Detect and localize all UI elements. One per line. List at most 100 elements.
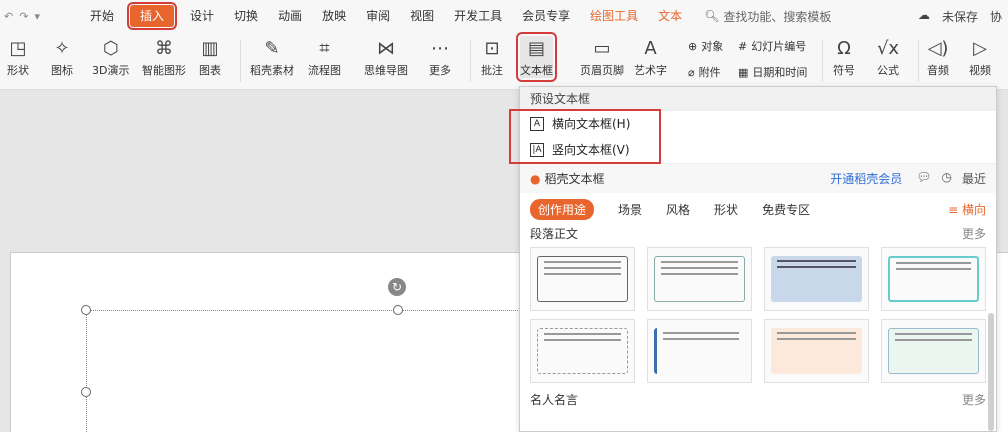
collab-button[interactable]: 协 — [990, 8, 1002, 25]
symbol-label: 符号 — [833, 64, 855, 77]
ribbon: ◳ 形状 ✧ 图标 ⬡ 3D演示 ⌘ 智能图形 ▥ 图表 ✎ 稻壳素材 ⌗ 流程图 ⋈ 思维导图… — [0, 32, 1008, 90]
template-thumb[interactable] — [530, 319, 635, 383]
clock-icon: ◷ — [941, 170, 952, 184]
formula-button[interactable]: √x 公式 — [876, 36, 900, 78]
tab-free[interactable]: 免费专区 — [762, 201, 810, 218]
divider — [470, 40, 471, 82]
video-button[interactable]: ▷ 视频 — [968, 36, 992, 78]
menu-insert[interactable]: 插入 — [127, 2, 178, 30]
wordart-label: 艺术字 — [634, 64, 667, 77]
tab-scene[interactable]: 场景 — [618, 201, 642, 218]
menu-icon: ≡ — [948, 202, 959, 217]
menu-animation[interactable]: 动画 — [268, 0, 312, 32]
resize-handle[interactable] — [393, 305, 403, 315]
template-thumb[interactable] — [647, 319, 752, 383]
comment-button[interactable]: ⊡ 批注 — [480, 36, 504, 78]
template-thumb[interactable] — [881, 247, 986, 311]
more-link[interactable]: 更多 — [962, 391, 986, 409]
mindmap-button[interactable]: ⋈ 思维导图 — [364, 36, 408, 78]
header-footer-icon: ▭ — [593, 37, 611, 59]
material-icon: ✎ — [264, 37, 280, 59]
direction-label: 横向 — [961, 202, 986, 217]
icons-icon: ✧ — [54, 37, 70, 59]
menu-text[interactable]: 文本 — [648, 0, 692, 32]
formula-icon: √x — [876, 37, 900, 59]
section-quotes: 名人名言 更多 — [520, 391, 996, 409]
textbox-icon: ▤ — [527, 37, 545, 59]
shape-icon: ◳ — [9, 37, 27, 59]
symbol-button[interactable]: Ω 符号 — [832, 36, 856, 78]
3d-button[interactable]: ⬡ 3D演示 — [92, 36, 129, 78]
wordart-button[interactable]: A 艺术字 — [634, 36, 667, 78]
divider — [240, 40, 241, 82]
rotate-icon[interactable]: ↻ — [388, 278, 406, 296]
template-thumb[interactable] — [881, 319, 986, 383]
menu-transition[interactable]: 切换 — [224, 0, 268, 32]
tab-style[interactable]: 风格 — [666, 201, 690, 218]
menu-slideshow[interactable]: 放映 — [312, 0, 356, 32]
more-link[interactable]: 更多 — [962, 225, 986, 243]
template-thumb[interactable] — [530, 247, 635, 311]
template-thumb[interactable] — [764, 319, 869, 383]
chart-label: 图表 — [199, 64, 221, 77]
smartart-button[interactable]: ⌘ 智能图形 — [142, 36, 186, 78]
template-thumb[interactable] — [764, 247, 869, 311]
undo-icon[interactable]: ↶ — [4, 10, 13, 23]
menu-devtools[interactable]: 开发工具 — [444, 0, 512, 32]
textbox-button[interactable]: ▤ 文本框 — [516, 32, 557, 82]
shape-button[interactable]: ◳ 形状 — [6, 36, 30, 78]
slide-number-button[interactable]: # 幻灯片编号 — [738, 38, 806, 54]
menu-review[interactable]: 审阅 — [356, 0, 400, 32]
calendar-icon: ▦ — [738, 65, 749, 79]
dk-section-header: ● 稻壳文本框 开通稻壳会员 💬︎ ◷ 最近 — [520, 163, 996, 193]
datetime-button[interactable]: ▦ 日期和时间 — [738, 64, 807, 80]
icon-button[interactable]: ✧ 图标 — [50, 36, 74, 78]
audio-button[interactable]: ◁) 音频 — [926, 36, 950, 78]
hash-icon: # — [738, 39, 748, 53]
attachment-button[interactable]: ⌀ 附件 — [688, 64, 721, 80]
header-footer-label: 页眉页脚 — [580, 64, 624, 77]
highlight-box — [509, 109, 661, 164]
dk-material-button[interactable]: ✎ 稻壳素材 — [250, 36, 294, 78]
menu-search[interactable]: 🔍︎ 查找功能、搜索模板 — [704, 8, 831, 25]
menu-design[interactable]: 设计 — [180, 0, 224, 32]
flowchart-icon: ⌗ — [319, 37, 330, 59]
tab-shape[interactable]: 形状 — [714, 201, 738, 218]
scrollbar[interactable] — [988, 313, 994, 431]
chart-button[interactable]: ▥ 图表 — [198, 36, 222, 78]
comment-icon: ⊡ — [484, 37, 500, 59]
formula-label: 公式 — [877, 64, 899, 77]
section-paragraph-title: 段落正文 — [530, 227, 579, 241]
recent-button[interactable]: 最近 — [962, 170, 986, 187]
selected-textbox[interactable] — [86, 310, 526, 432]
flowchart-button[interactable]: ⌗ 流程图 — [308, 36, 341, 78]
chart-icon: ▥ — [201, 37, 219, 59]
attachment-label: 附件 — [698, 66, 721, 79]
video-icon: ▷ — [973, 37, 987, 59]
flowchart-label: 流程图 — [308, 64, 341, 77]
dropdown-icon[interactable]: ▾ — [34, 10, 40, 23]
comment-label: 批注 — [481, 64, 503, 77]
chat-icon[interactable]: 💬︎ — [916, 170, 931, 187]
slide-number-label: 幻灯片编号 — [751, 40, 807, 53]
unsaved-status[interactable]: 未保存 — [942, 8, 978, 25]
menu-member[interactable]: 会员专享 — [512, 0, 580, 32]
resize-handle[interactable] — [81, 305, 91, 315]
redo-icon[interactable]: ↷ — [19, 10, 28, 23]
member-link[interactable]: 开通稻壳会员 — [830, 170, 902, 187]
direction-toggle[interactable]: ≡ 横向 — [948, 201, 986, 218]
object-icon: ⊕ — [688, 39, 698, 53]
template-row — [520, 243, 996, 315]
resize-handle[interactable] — [81, 387, 91, 397]
more-button[interactable]: ⋯ 更多 — [428, 36, 452, 78]
cloud-icon: ☁ — [917, 7, 930, 22]
tab-purpose[interactable]: 创作用途 — [530, 198, 595, 220]
header-footer-button[interactable]: ▭ 页眉页脚 — [580, 36, 624, 78]
menu-view[interactable]: 视图 — [400, 0, 444, 32]
template-thumb[interactable] — [647, 247, 752, 311]
menu-drawing-tools[interactable]: 绘图工具 — [580, 0, 648, 32]
menu-home[interactable]: 开始 — [80, 0, 124, 32]
search-icon: 🔍︎ — [704, 9, 720, 23]
dk-title: 稻壳文本框 — [544, 172, 605, 186]
object-button[interactable]: ⊕ 对象 — [688, 38, 723, 54]
